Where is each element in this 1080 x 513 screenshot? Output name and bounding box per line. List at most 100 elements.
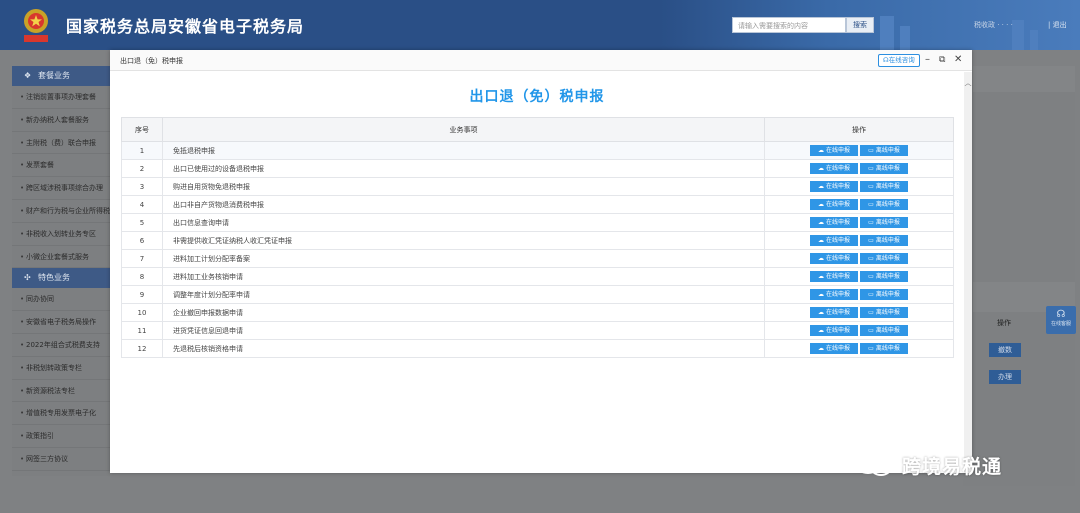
sidebar-item[interactable]: • 安徽省电子税务局操作 — [12, 311, 110, 334]
row-item-name: 进货凭证信息回退申请 — [162, 321, 765, 340]
row-number: 11 — [121, 321, 163, 340]
row-operations: ☁ 在线申报 ▭ 离线申报 — [764, 303, 954, 322]
sidebar-item[interactable]: • 注销前置事项办理套餐 — [12, 86, 110, 109]
offline-declare-button[interactable]: ▭ 离线申报 — [860, 145, 908, 156]
online-declare-button[interactable]: ☁ 在线申报 — [810, 271, 858, 282]
exit-link[interactable]: | 退出 — [1048, 20, 1067, 30]
cloud-upload-icon: ☁ — [817, 345, 824, 352]
close-icon[interactable]: ✕ — [954, 53, 962, 67]
sidebar-item[interactable]: • 新资源税法专栏 — [12, 380, 110, 403]
offline-declare-button[interactable]: ▭ 离线申报 — [860, 325, 908, 336]
sidebar-item[interactable]: • 网签三方协议 — [12, 448, 110, 471]
column-header-no: 序号 — [121, 117, 163, 142]
building-decoration — [1012, 20, 1024, 50]
online-declare-button[interactable]: ☁ 在线申报 — [810, 145, 858, 156]
online-declare-button[interactable]: ☁ 在线申报 — [810, 199, 858, 210]
sidebar-item[interactable]: • 非税收入划转业务专区 — [12, 223, 110, 246]
row-item-name: 购进自用货物免退税申报 — [162, 177, 765, 196]
cloud-upload-icon: ☁ — [817, 219, 824, 226]
row-number: 5 — [121, 213, 163, 232]
row-number: 6 — [121, 231, 163, 250]
online-declare-button[interactable]: ☁ 在线申报 — [810, 343, 858, 354]
row-number: 12 — [121, 339, 163, 358]
building-decoration — [880, 16, 894, 50]
table-row: 3 购进自用货物免退税申报 ☁ 在线申报 ▭ 离线申报 — [121, 177, 954, 196]
online-service-float-button[interactable]: ☊ 在线客服 — [1046, 306, 1076, 334]
sidebar-item[interactable]: • 新办纳税人套餐服务 — [12, 109, 110, 132]
sidebar-item[interactable]: • 非税划转政策专栏 — [12, 357, 110, 380]
offline-declare-button[interactable]: ▭ 离线申报 — [860, 199, 908, 210]
online-consult-button[interactable]: ☊在线咨询 — [878, 54, 920, 67]
site-title[interactable]: 国家税务总局安徽省电子税务局 — [66, 13, 304, 37]
headset-icon: ☊ — [1056, 309, 1066, 320]
maximize-icon[interactable]: ⧉ — [939, 53, 945, 67]
background-handle-button[interactable]: 办理 — [989, 370, 1021, 384]
sidebar-item[interactable]: • 增值税专用发票电子化 — [12, 402, 110, 426]
minimize-icon[interactable]: – — [925, 53, 930, 67]
monitor-icon: ▭ — [868, 219, 874, 226]
online-declare-button[interactable]: ☁ 在线申报 — [810, 181, 858, 192]
row-operations: ☁ 在线申报 ▭ 离线申报 — [764, 321, 954, 340]
monitor-icon: ▭ — [868, 165, 874, 172]
online-declare-button[interactable]: ☁ 在线申报 — [810, 217, 858, 228]
offline-declare-button[interactable]: ▭ 离线申报 — [860, 271, 908, 282]
sidebar-item[interactable]: • 小微企业套餐式服务 — [12, 246, 110, 269]
offline-declare-button[interactable]: ▭ 离线申报 — [860, 343, 908, 354]
sidebar-item[interactable]: • 发票套餐 — [12, 154, 110, 178]
table-row: 1 免抵退税申报 ☁ 在线申报 ▭ 离线申报 — [121, 141, 954, 160]
sidebar-item[interactable]: • 政策指引 — [12, 425, 110, 448]
table-row: 6 非需提供收汇凭证纳税人收汇凭证申报 ☁ 在线申报 ▭ 离线申报 — [121, 231, 954, 250]
offline-declare-button[interactable]: ▭ 离线申报 — [860, 253, 908, 264]
row-number: 1 — [121, 141, 163, 160]
wechat-logo-icon — [855, 454, 892, 476]
offline-declare-button[interactable]: ▭ 离线申报 — [860, 181, 908, 192]
cloud-upload-icon: ☁ — [817, 237, 824, 244]
header-links[interactable]: 税收政 · · · · — [974, 20, 1013, 30]
sidebar-item[interactable]: • 跨区域涉税事项综合办理 — [12, 177, 110, 200]
offline-declare-button[interactable]: ▭ 离线申报 — [860, 289, 908, 300]
online-declare-button[interactable]: ☁ 在线申报 — [810, 289, 858, 300]
row-item-name: 免抵退税申报 — [162, 141, 765, 160]
offline-declare-button[interactable]: ▭ 离线申报 — [860, 235, 908, 246]
sidebar-section-special[interactable]: ✣ 特色业务 — [12, 268, 110, 289]
sidebar-item[interactable]: • 财产和行为税与企业所得税 — [12, 200, 110, 223]
monitor-icon: ▭ — [868, 273, 874, 280]
row-number: 2 — [121, 159, 163, 178]
background-operation-header: 操作 — [997, 319, 1011, 327]
cloud-upload-icon: ☁ — [817, 147, 824, 154]
background-cancel-button[interactable]: 撤数 — [989, 343, 1021, 357]
sidebar-item[interactable]: • 同办协同 — [12, 288, 110, 312]
online-declare-button[interactable]: ☁ 在线申报 — [810, 163, 858, 174]
sidebar-section-package[interactable]: ❖ 套餐业务 — [12, 66, 110, 86]
online-declare-button[interactable]: ☁ 在线申报 — [810, 307, 858, 318]
row-item-name: 出口已使用过的设备退税申报 — [162, 159, 765, 178]
site-header: 国家税务总局安徽省电子税务局 请输入需要搜索的内容 搜索 税收政 · · · ·… — [0, 0, 1080, 50]
row-operations: ☁ 在线申报 ▭ 离线申报 — [764, 159, 954, 178]
online-declare-button[interactable]: ☁ 在线申报 — [810, 253, 858, 264]
offline-declare-button[interactable]: ▭ 离线申报 — [860, 163, 908, 174]
monitor-icon: ▭ — [868, 201, 874, 208]
row-number: 3 — [121, 177, 163, 196]
row-item-name: 企业撤回申报数据申请 — [162, 303, 765, 322]
table-row: 2 出口已使用过的设备退税申报 ☁ 在线申报 ▭ 离线申报 — [121, 159, 954, 178]
search-button[interactable]: 搜索 — [846, 17, 874, 33]
sidebar-item[interactable]: • 主附税（费）联合申报 — [12, 132, 110, 155]
online-declare-button[interactable]: ☁ 在线申报 — [810, 325, 858, 336]
monitor-icon: ▭ — [868, 309, 874, 316]
tax-emblem-icon — [24, 9, 48, 42]
sidebar-item[interactable]: • 2022年组合式税费支持 — [12, 334, 110, 357]
modal-heading: 出口退（免）税申报 — [469, 89, 605, 105]
column-header-item: 业务事项 — [162, 117, 765, 142]
offline-declare-button[interactable]: ▭ 离线申报 — [860, 217, 908, 228]
monitor-icon: ▭ — [868, 147, 874, 154]
table-header-row: 序号 业务事项 操作 — [121, 117, 954, 142]
grid-icon: ❖ — [24, 71, 32, 80]
modal-scrollbar[interactable] — [964, 72, 972, 472]
search-input[interactable]: 请输入需要搜索的内容 — [732, 17, 846, 33]
offline-declare-button[interactable]: ▭ 离线申报 — [860, 307, 908, 318]
scroll-up-icon[interactable]: ︿ — [964, 78, 972, 88]
online-declare-button[interactable]: ☁ 在线申报 — [810, 235, 858, 246]
row-item-name: 出口信息查询申请 — [162, 213, 765, 232]
cloud-upload-icon: ☁ — [817, 273, 824, 280]
row-item-name: 调整年度计划分配率申请 — [162, 285, 765, 304]
